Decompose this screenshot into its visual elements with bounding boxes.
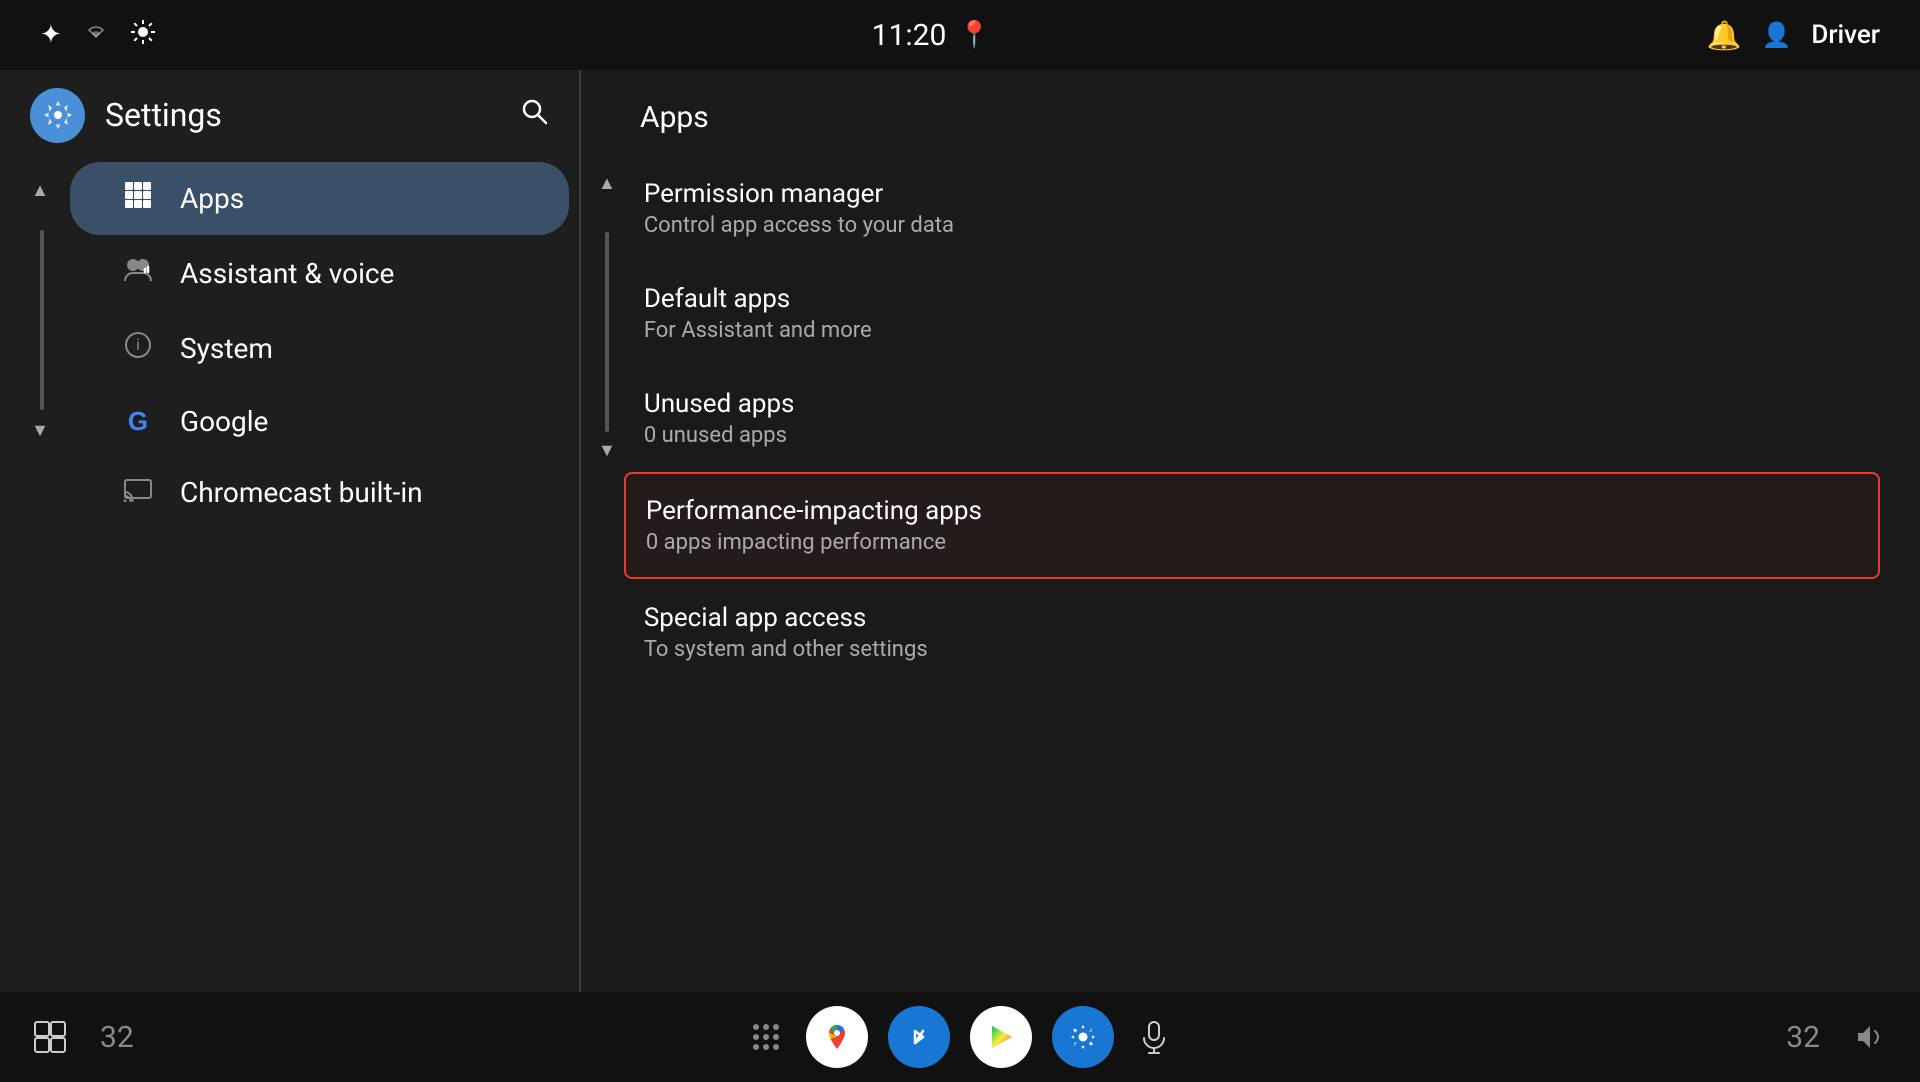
bell-icon: 🔔 <box>1707 19 1742 52</box>
assistant-icon <box>120 255 156 292</box>
sidebar-item-apps-label: Apps <box>180 182 244 215</box>
apps-icon <box>120 180 156 217</box>
taskbar-app-maps[interactable] <box>806 1006 868 1068</box>
unused-apps-title: Unused apps <box>644 389 1820 419</box>
sidebar-item-google-label: Google <box>180 405 268 438</box>
search-button[interactable] <box>519 96 549 134</box>
sidebar-item-assistant[interactable]: Assistant & voice <box>70 237 569 310</box>
content-collapse-up[interactable]: ▲ <box>590 165 624 202</box>
unused-apps-subtitle: 0 unused apps <box>644 423 1820 448</box>
sidebar-scrollbar <box>40 230 44 410</box>
sidebar-collapse-down[interactable]: ▼ <box>20 410 60 450</box>
sidebar-item-google[interactable]: G Google <box>70 387 569 456</box>
special-app-access-title: Special app access <box>644 603 1820 633</box>
bluetooth-icon: ✦ <box>40 20 62 50</box>
performance-impacting-title: Performance-impacting apps <box>646 496 1818 526</box>
content-title: Apps <box>580 70 1920 155</box>
sidebar-section: ▲ ▼ <box>0 160 579 529</box>
status-bar: ✦ 11:20 📍 🔔 👤 Driv <box>0 0 1920 70</box>
vertical-divider <box>580 70 581 992</box>
special-app-access-subtitle: To system and other settings <box>644 637 1820 662</box>
volume-icon[interactable] <box>1850 1017 1890 1057</box>
permission-manager-title: Permission manager <box>644 179 1820 209</box>
content-item-default-apps[interactable]: Default apps For Assistant and more <box>624 262 1880 365</box>
sidebar-items: Apps Assistant & voice <box>60 160 579 529</box>
main-layout: Settings ▲ ▼ <box>0 70 1920 992</box>
content-item-unused-apps[interactable]: Unused apps 0 unused apps <box>624 367 1880 470</box>
chromecast-icon <box>120 476 156 509</box>
location-icon: 📍 <box>958 20 990 50</box>
content-item-performance-impacting[interactable]: Performance-impacting apps 0 apps impact… <box>624 472 1880 579</box>
taskbar-app-settings[interactable] <box>1052 1006 1114 1068</box>
sidebar-header: Settings <box>0 70 579 160</box>
permission-manager-subtitle: Control app access to your data <box>644 213 1820 238</box>
sidebar-header-left: Settings <box>30 88 222 143</box>
content-collapse-down[interactable]: ▼ <box>590 432 624 469</box>
person-icon: 👤 <box>1761 21 1791 49</box>
content-item-special-app-access[interactable]: Special app access To system and other s… <box>624 581 1880 684</box>
taskbar-app-bluetooth[interactable] <box>888 1006 950 1068</box>
default-apps-subtitle: For Assistant and more <box>644 318 1820 343</box>
status-bar-left: ✦ <box>40 19 156 52</box>
sidebar: Settings ▲ ▼ <box>0 70 580 992</box>
default-apps-title: Default apps <box>644 284 1820 314</box>
taskbar-app-play[interactable] <box>970 1006 1032 1068</box>
sidebar-item-chromecast-label: Chromecast built-in <box>180 476 423 509</box>
taskbar-center <box>746 1006 1174 1068</box>
settings-icon-circle <box>30 88 85 143</box>
wifi-icon <box>82 20 110 50</box>
taskbar-left-number: 32 <box>100 1020 134 1055</box>
content-panel: Apps ▲ ▼ Permission manager Control app … <box>580 70 1920 992</box>
content-scrollbar <box>605 232 609 432</box>
taskbar-right: 32 <box>1786 1017 1890 1057</box>
taskbar: 32 <box>0 992 1920 1082</box>
content-items: Permission manager Control app access to… <box>624 155 1900 686</box>
taskbar-left: 32 <box>30 1017 134 1057</box>
time-display: 11:20 <box>872 18 947 53</box>
google-icon: G <box>120 406 156 437</box>
gear-icon <box>42 99 74 131</box>
sidebar-collapse-up[interactable]: ▲ <box>20 170 60 210</box>
sidebar-item-apps[interactable]: Apps <box>70 162 569 235</box>
taskbar-apps-grid[interactable] <box>746 1017 786 1057</box>
content-item-permission-manager[interactable]: Permission manager Control app access to… <box>624 157 1880 260</box>
svg-text:i: i <box>136 337 140 354</box>
taskbar-right-number: 32 <box>1786 1020 1820 1055</box>
status-bar-center: 11:20 📍 <box>872 18 991 53</box>
sidebar-title: Settings <box>105 96 222 134</box>
performance-impacting-subtitle: 0 apps impacting performance <box>646 530 1818 555</box>
window-icon[interactable] <box>30 1017 70 1057</box>
microphone-icon[interactable] <box>1134 1017 1174 1057</box>
brightness-icon <box>130 19 156 52</box>
sidebar-item-assistant-label: Assistant & voice <box>180 257 394 290</box>
user-name: Driver <box>1811 20 1880 50</box>
sidebar-item-system-label: System <box>180 332 273 365</box>
sidebar-item-chromecast[interactable]: Chromecast built-in <box>70 458 569 527</box>
sidebar-item-system[interactable]: i System <box>70 312 569 385</box>
content-section: ▲ ▼ Permission manager Control app acces… <box>580 155 1920 686</box>
status-bar-right: 🔔 👤 Driver <box>1707 19 1880 52</box>
system-icon: i <box>120 330 156 367</box>
